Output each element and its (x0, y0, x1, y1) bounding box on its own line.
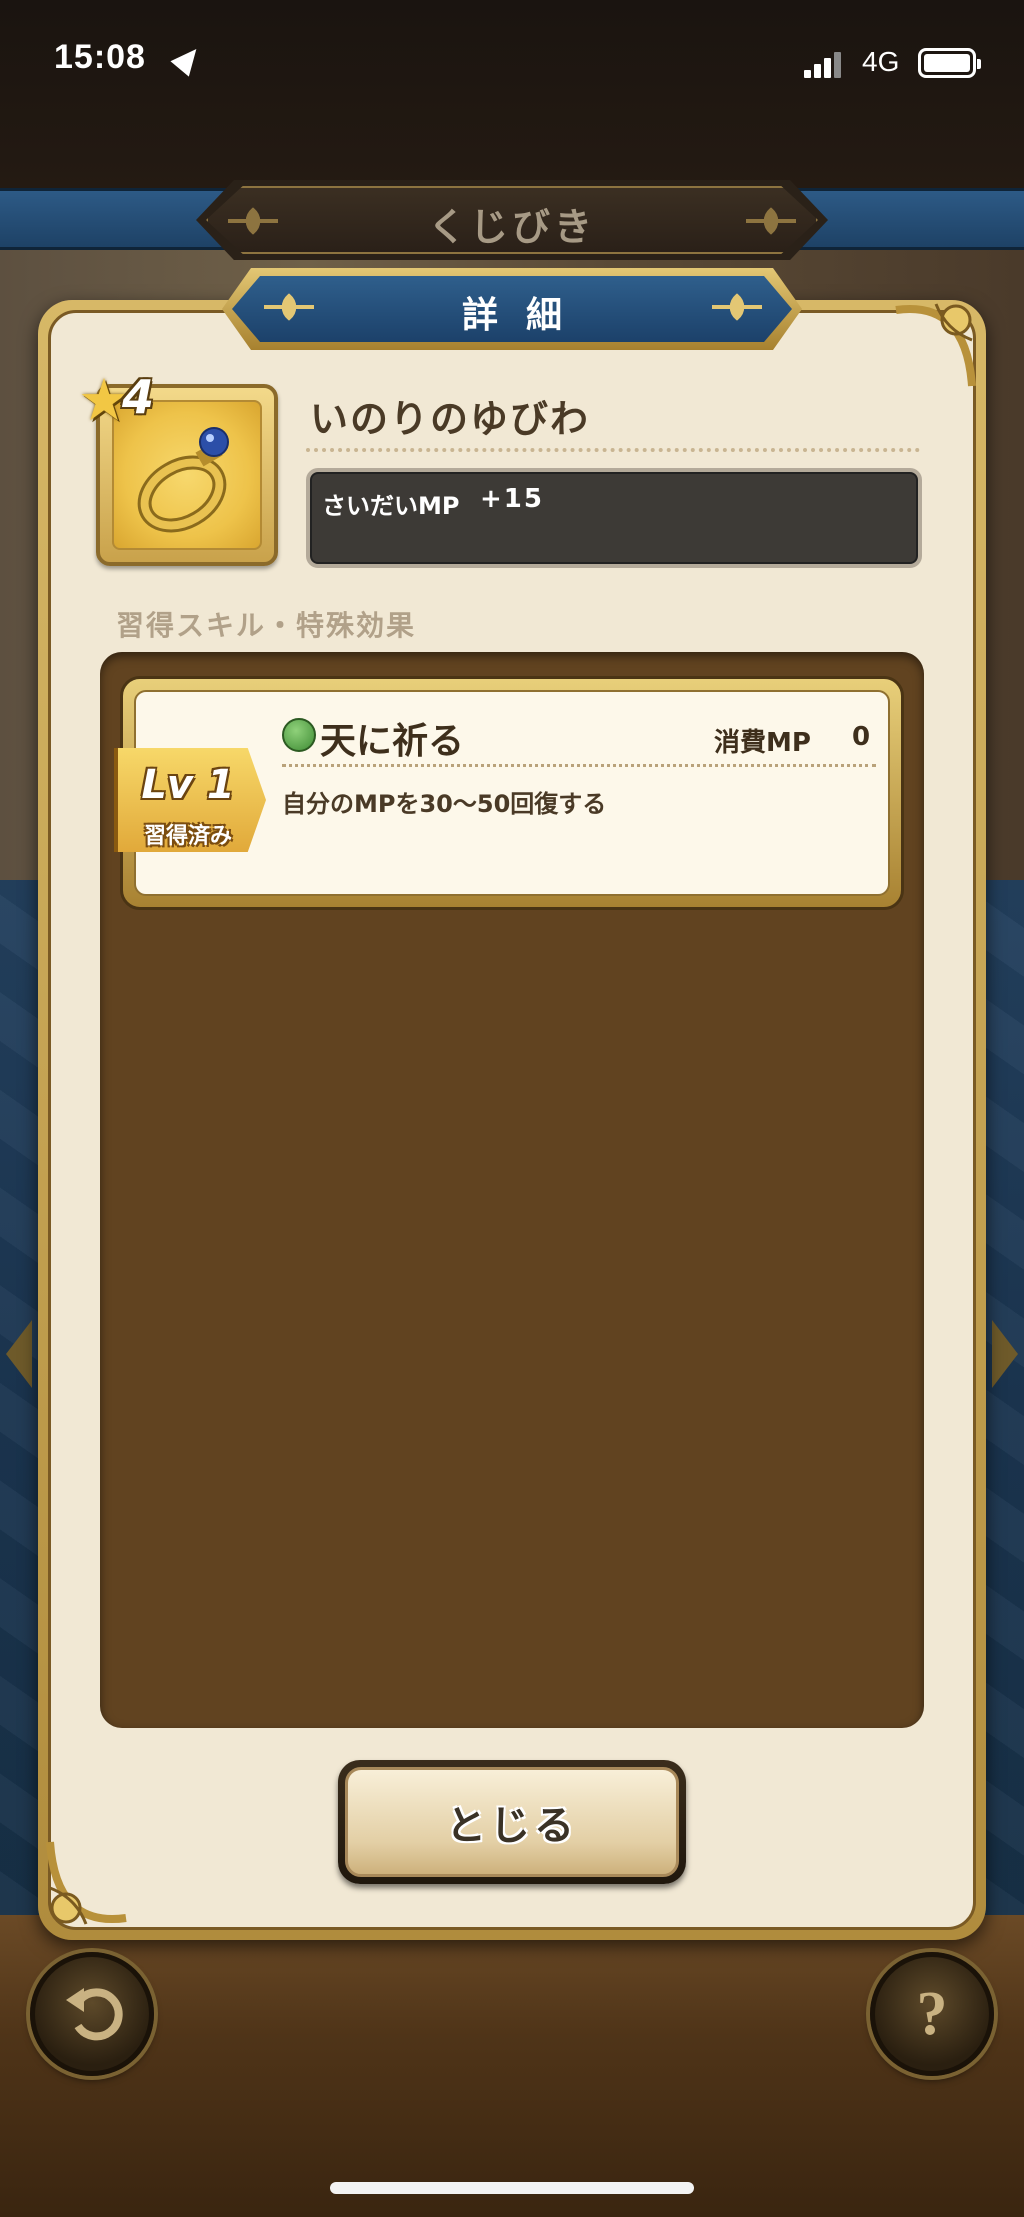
divider (306, 448, 920, 452)
mp-cost-value: 0 (852, 722, 871, 752)
status-time: 15:08 (54, 38, 146, 76)
network-type: 4G (862, 46, 900, 77)
skill-description: 自分のMPを30～50回復する (282, 790, 607, 818)
signal-icon (804, 50, 848, 78)
right-scroll-arrow-icon (992, 1320, 1018, 1388)
header-title: くじびき (427, 205, 596, 249)
question-mark-icon: ? (916, 1979, 948, 2048)
left-scroll-arrow-icon (6, 1320, 32, 1388)
skill-level: Lv 1 (141, 762, 235, 808)
battery-icon (918, 48, 981, 78)
home-indicator[interactable] (330, 2182, 694, 2194)
help-button[interactable]: ? (870, 1952, 994, 2076)
green-skill-type-icon (282, 718, 316, 752)
skill-name: 天に祈る (320, 721, 465, 762)
dialog-title: 詳細 (461, 295, 590, 336)
stat-value: +15 (480, 484, 544, 514)
ring-icon (137, 427, 229, 533)
corner-ornament-icon (895, 303, 976, 387)
corner-ornament-icon (46, 1841, 127, 1925)
back-button[interactable] (30, 1952, 154, 2076)
skill-learned-status: 習得済み (143, 824, 232, 849)
background-floor (0, 1915, 1024, 2217)
section-heading: 習得スキル・特殊効果 (116, 609, 417, 642)
back-arrow-icon (66, 1988, 123, 2041)
close-button-face[interactable]: とじる (345, 1767, 679, 1877)
stat-label: さいだいMP (322, 492, 460, 520)
item-name: いのりのゆびわ (310, 397, 591, 441)
close-button-label: とじる (446, 1803, 578, 1849)
background-top (0, 0, 1024, 190)
mp-cost-label: 消費MP (714, 728, 811, 758)
divider (282, 764, 876, 767)
rarity-count: 4 (122, 370, 155, 424)
close-button[interactable]: とじる (338, 1760, 686, 1884)
